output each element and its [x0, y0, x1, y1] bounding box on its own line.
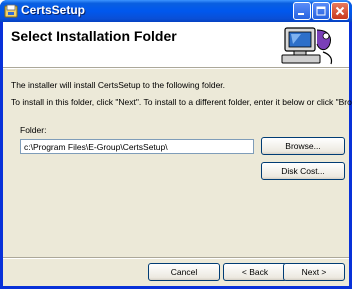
maximize-button[interactable] — [312, 2, 330, 20]
cancel-button[interactable]: Cancel — [148, 263, 220, 281]
dialog-client-area: Select Installation Folder The installer… — [3, 22, 352, 286]
computer-setup-icon — [281, 27, 333, 65]
back-button[interactable]: < Back — [223, 263, 287, 281]
installer-window: CertsSetup Select Installation Folder Th… — [0, 0, 352, 289]
title-bar[interactable]: CertsSetup — [0, 0, 352, 22]
install-location-text: The installer will install CertsSetup to… — [11, 80, 226, 90]
footer-divider-highlight — [3, 258, 349, 259]
minimize-icon — [298, 13, 304, 15]
instructions-text: To install in this folder, click "Next".… — [11, 97, 352, 107]
window-title: CertsSetup — [21, 3, 86, 17]
folder-label: Folder: — [20, 125, 47, 135]
disk-cost-button[interactable]: Disk Cost... — [261, 162, 345, 180]
header-divider-highlight — [3, 68, 349, 69]
header-banner: Select Installation Folder — [3, 22, 349, 67]
minimize-button[interactable] — [293, 2, 311, 20]
close-button[interactable] — [331, 2, 349, 20]
folder-path-input[interactable] — [20, 139, 254, 154]
next-button[interactable]: Next > — [283, 263, 345, 281]
maximize-icon — [316, 6, 326, 16]
close-icon — [335, 6, 345, 16]
page-title: Select Installation Folder — [11, 28, 177, 44]
browse-button[interactable]: Browse... — [261, 137, 345, 155]
installer-app-icon — [4, 4, 18, 18]
